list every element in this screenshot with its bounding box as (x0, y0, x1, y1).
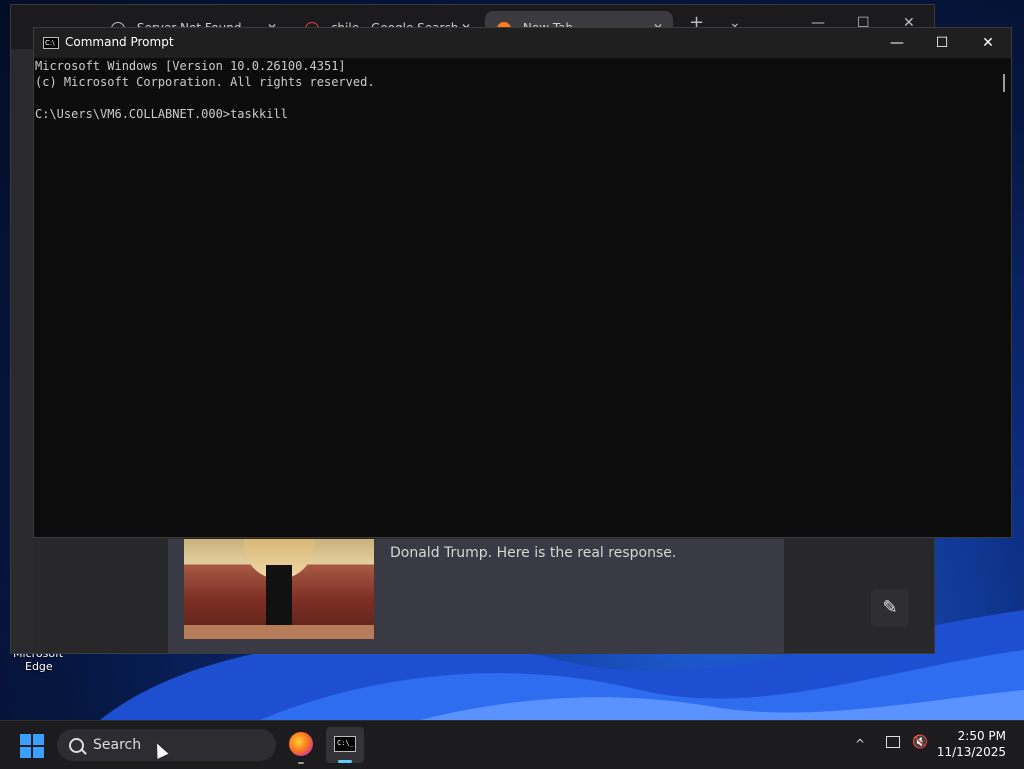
edit-button[interactable]: ✎ (871, 589, 909, 627)
active-indicator (338, 760, 352, 763)
firefox-running-indicator (298, 762, 304, 764)
news-photo (184, 539, 374, 639)
windows-icon (20, 734, 31, 745)
network-icon[interactable] (886, 736, 900, 748)
start-button[interactable] (20, 734, 44, 758)
pencil-icon: ✎ (882, 597, 898, 618)
window-title: Command Prompt (65, 35, 174, 49)
browser-sidebar (11, 49, 33, 653)
chat-message-text: Donald Trump. Here is the real response. (390, 545, 677, 561)
close-button[interactable]: ✕ (965, 32, 1011, 54)
cmd-taskbar-icon: C:\_ (334, 736, 356, 752)
firefox-taskbar-icon[interactable] (289, 732, 313, 756)
clock[interactable]: 2:50 PM 11/13/2025 (937, 728, 1006, 760)
cmd-icon: C:\ (43, 37, 59, 49)
chevron-up-icon[interactable]: ^ (855, 737, 865, 751)
clock-time: 2:50 PM (957, 729, 1006, 743)
chat-message-card: Donald Trump. Here is the real response. (168, 539, 784, 653)
edge-label-line2: Edge (25, 660, 53, 673)
scrollbar-thumb[interactable] (1003, 74, 1005, 92)
cmd-taskbar-button[interactable]: C:\_ (326, 727, 364, 763)
command-prompt-window[interactable]: C:\ Command Prompt — ☐ ✕ Microsoft Windo… (33, 27, 1012, 538)
clock-date: 11/13/2025 (936, 745, 1006, 759)
search-label: Search (93, 737, 142, 753)
maximize-button[interactable]: ☐ (919, 32, 965, 54)
search-icon (69, 738, 84, 753)
volume-muted-icon[interactable]: 🔇 (912, 735, 928, 750)
taskbar-search[interactable]: Search (57, 729, 276, 761)
terminal-output[interactable]: Microsoft Windows [Version 10.0.26100.43… (34, 58, 995, 536)
cmd-titlebar[interactable]: C:\ Command Prompt — ☐ ✕ (34, 28, 1011, 58)
minimize-button[interactable]: — (874, 32, 920, 54)
